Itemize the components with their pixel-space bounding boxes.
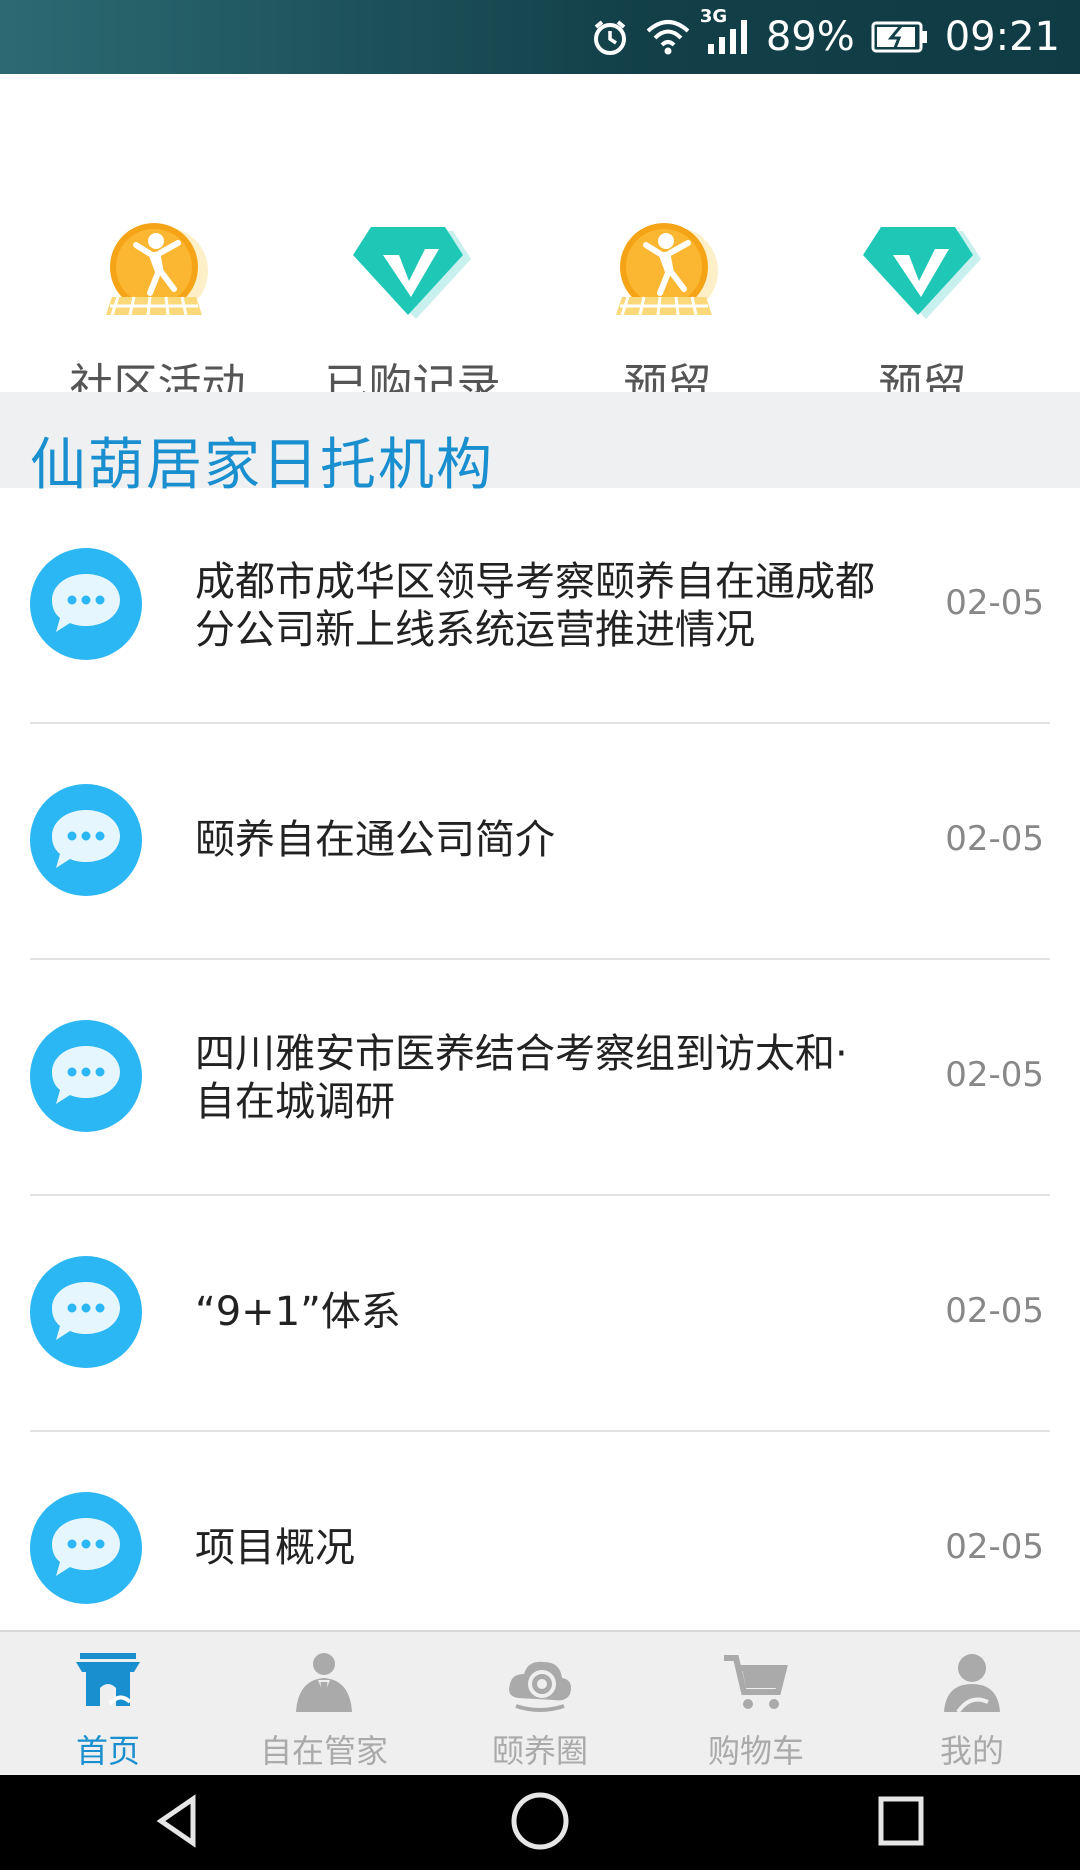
wifi-icon [646, 19, 690, 55]
news-title: 颐养自在通公司简介 [195, 817, 555, 863]
tab-profile[interactable]: 我的 [864, 1632, 1080, 1777]
cart-icon [720, 1650, 792, 1718]
dancer-icon [608, 219, 728, 329]
home-icon [72, 1650, 144, 1718]
alarm-icon [590, 17, 630, 57]
chat-bubble-icon [30, 784, 142, 896]
section-header: 仙葫居家日托机构 [0, 392, 1080, 498]
chat-bubble-icon [30, 548, 142, 660]
tab-label: 自在管家 [259, 1732, 388, 1770]
tab-label: 购物车 [707, 1732, 804, 1770]
battery-icon [871, 20, 929, 54]
system-nav-bar [0, 1775, 1080, 1870]
butler-icon [288, 1650, 360, 1718]
clock: 09:21 [944, 14, 1060, 60]
dancer-icon [98, 219, 218, 329]
tab-community[interactable]: 颐养圈 [432, 1632, 648, 1777]
tab-label: 首页 [75, 1732, 140, 1770]
tab-home[interactable]: 首页 [0, 1632, 216, 1777]
news-date: 02-05 [945, 583, 1044, 623]
news-date: 02-05 [945, 1055, 1044, 1095]
news-title: “9+1”体系 [195, 1289, 401, 1335]
chat-bubble-icon [30, 1256, 142, 1368]
news-title: 四川雅安市医养结合考察组到访太和·自在城调研 [195, 1031, 848, 1125]
quick-action-community-activity[interactable]: 社区活动 [30, 219, 285, 413]
diamond-v-icon [862, 219, 983, 329]
status-bar: 3G 89% 09:21 [0, 0, 1080, 74]
news-date: 02-05 [945, 819, 1044, 859]
diamond-v-icon [352, 219, 473, 329]
quick-action-purchase-history[interactable]: 已购记录 [285, 219, 540, 413]
status-right: 3G 89% 09:21 [590, 6, 1060, 60]
signal-icon: 3G [700, 6, 750, 56]
quick-action-reserved-2[interactable]: 预留 [795, 219, 1050, 413]
network-type: 3G [699, 6, 728, 27]
battery-percent: 89% [765, 14, 855, 60]
news-list: 成都市成华区领导考察颐养自在通成都分公司新上线系统运营推进情况 02-05 颐养… [0, 488, 1080, 1630]
quick-actions-grid: 社区活动 已购记录 预留 预留 [30, 219, 1050, 413]
recents-icon[interactable] [871, 1791, 931, 1855]
quick-action-reserved-1[interactable]: 预留 [540, 219, 795, 413]
tab-cart[interactable]: 购物车 [648, 1632, 864, 1777]
tab-butler[interactable]: 自在管家 [216, 1632, 432, 1777]
chat-bubble-icon [30, 1020, 142, 1132]
news-date: 02-05 [945, 1291, 1044, 1331]
chat-bubble-icon [30, 1492, 142, 1604]
back-icon[interactable] [149, 1791, 209, 1855]
news-item[interactable]: 项目概况 02-05 [0, 1432, 1080, 1630]
user-icon [936, 1650, 1008, 1718]
news-item[interactable]: 成都市成华区领导考察颐养自在通成都分公司新上线系统运营推进情况 02-05 [0, 488, 1080, 724]
news-title: 成都市成华区领导考察颐养自在通成都分公司新上线系统运营推进情况 [195, 559, 875, 653]
home-scroll-area[interactable]: 社区活动 已购记录 预留 预留 仙葫居家日托机构 成都市成华区领导考察颐养自在通… [0, 74, 1080, 1630]
news-item[interactable]: 四川雅安市医养结合考察组到访太和·自在城调研 02-05 [0, 960, 1080, 1196]
news-item[interactable]: 颐养自在通公司简介 02-05 [0, 724, 1080, 960]
news-date: 02-05 [945, 1527, 1044, 1567]
bottom-tab-bar: 首页 自在管家 颐养圈 购物车 我的 [0, 1630, 1080, 1777]
news-item[interactable]: “9+1”体系 02-05 [0, 1196, 1080, 1432]
home-circle-icon[interactable] [508, 1789, 572, 1857]
cloud-circle-icon [504, 1650, 576, 1718]
news-title: 项目概况 [195, 1525, 355, 1571]
tab-label: 我的 [939, 1732, 1004, 1770]
tab-label: 颐养圈 [491, 1732, 588, 1770]
